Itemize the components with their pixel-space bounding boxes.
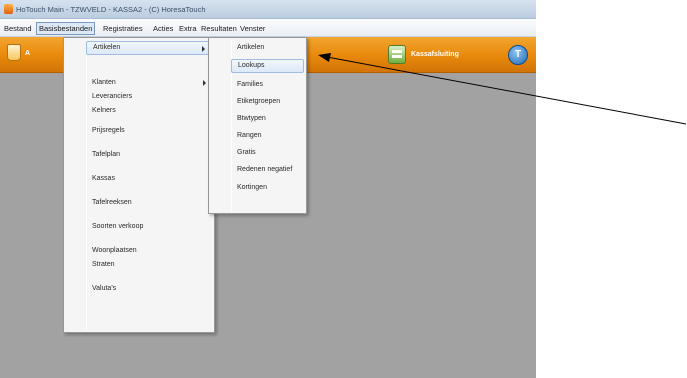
menu-bestand[interactable]: Bestand [1,22,35,35]
menu-item-prijsregels[interactable]: Prijsregels [86,124,212,138]
menu-item-tafelreeksen[interactable]: Tafelreeksen [86,196,212,210]
submenu-item-btwtypen[interactable]: Btwtypen [231,112,304,126]
submenu-item-lookups[interactable]: Lookups [231,59,304,73]
title-bar: HoTouch Main - TZWVELD - KASSA2 - (C) Ho… [0,0,536,19]
submenu-item-gratis[interactable]: Gratis [231,146,304,160]
menu-item-soorten-verkoop[interactable]: Soorten verkoop [86,220,212,234]
menu-item-klanten[interactable]: Klanten [86,76,212,90]
menu-item-artikelen[interactable]: Artikelen [86,41,212,55]
menu-item-valutas[interactable]: Valuta's [86,282,212,296]
menu-item-tafelplan[interactable]: Tafelplan [86,148,212,162]
basisbestanden-dropdown: Artikelen Klanten Leveranciers Kelners P… [63,37,215,333]
cash-register-icon[interactable] [388,45,406,64]
menu-bar: Bestand Basisbestanden Registraties Acti… [0,19,536,37]
menu-venster[interactable]: Venster [237,22,268,35]
menu-item-kelners[interactable]: Kelners [86,104,212,118]
menu-item-leveranciers[interactable]: Leveranciers [86,90,212,104]
menu-resultaten[interactable]: Resultaten [198,22,240,35]
submenu-arrow-icon [203,80,206,86]
kassafsluiting-button[interactable]: Kassafsluiting [411,51,459,58]
menu-item-woonplaatsen[interactable]: Woonplaatsen [86,244,212,258]
drink-icon[interactable] [7,44,21,61]
toolbar-letter-a[interactable]: A [25,50,30,57]
submenu-item-kortingen[interactable]: Kortingen [231,181,304,195]
menu-item-straten[interactable]: Straten [86,258,212,272]
menu-item-label: Klanten [92,79,116,86]
submenu-item-rangen[interactable]: Rangen [231,129,304,143]
menu-acties[interactable]: Acties [150,22,176,35]
app-logo-icon [4,4,13,14]
menu-registraties[interactable]: Registraties [100,22,146,35]
menu-item-kassas[interactable]: Kassas [86,172,212,186]
submenu-arrow-icon [202,46,205,52]
artikelen-submenu: Artikelen Lookups Families Etiketgroepen… [208,37,307,214]
menu-basisbestanden[interactable]: Basisbestanden [36,22,96,35]
circle-t-icon[interactable]: T [508,45,528,65]
submenu-item-families[interactable]: Families [231,78,304,92]
menu-extra[interactable]: Extra [176,22,200,35]
application-window: HoTouch Main - TZWVELD - KASSA2 - (C) Ho… [0,0,536,378]
submenu-item-etiketgroepen[interactable]: Etiketgroepen [231,95,304,109]
submenu-item-redenen-negatief[interactable]: Redenen negatief [231,163,304,177]
window-title: HoTouch Main - TZWVELD - KASSA2 - (C) Ho… [16,5,206,14]
menu-item-label: Artikelen [93,44,121,51]
submenu-item-artikelen[interactable]: Artikelen [231,41,304,55]
